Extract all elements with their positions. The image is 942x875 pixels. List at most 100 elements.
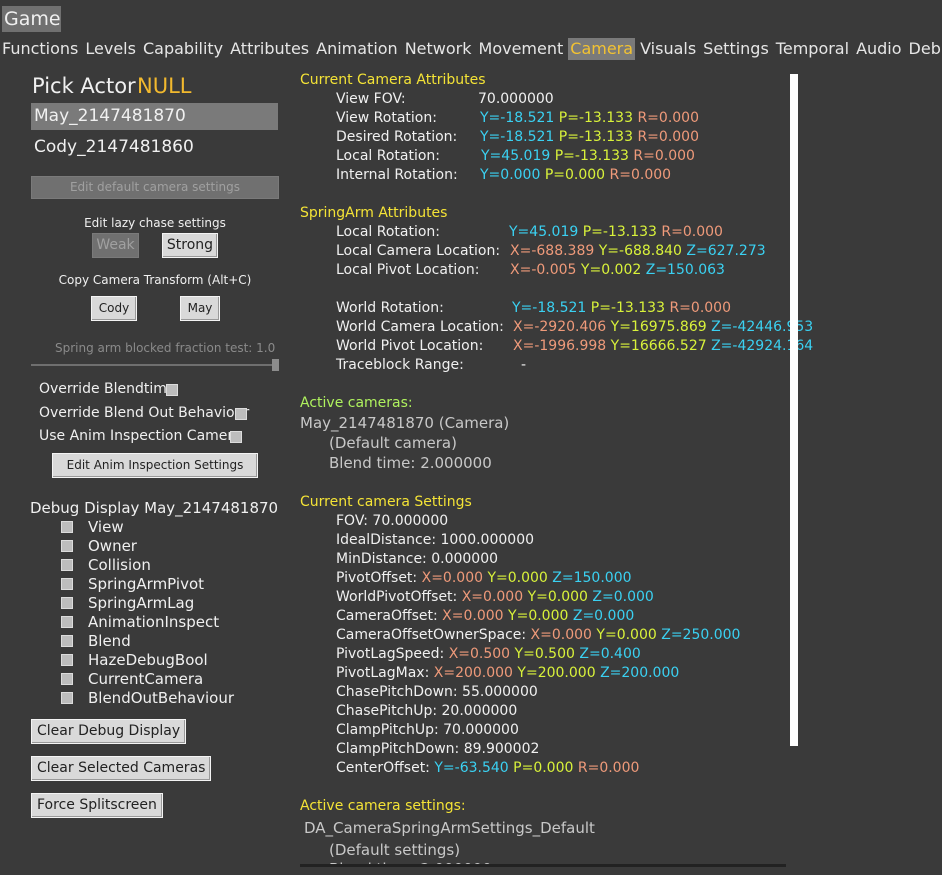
active-camera-blend: Blend time: 2.000000 <box>329 454 492 472</box>
menu-functions[interactable]: Functions <box>0 38 80 60</box>
camera-offset-setting: CameraOffset: X=0.000 Y=0.000 Z=0.000 <box>336 608 635 624</box>
use-anim-inspection-label: Use Anim Inspection Camera <box>39 428 242 444</box>
debug-collision-checkbox[interactable] <box>61 559 73 571</box>
active-camera-name: May_2147481870 (Camera) <box>300 414 510 432</box>
pivot-lag-speed-setting: PivotLagSpeed: X=0.500 Y=0.500 Z=0.400 <box>336 646 641 662</box>
spring-arm-slider-handle[interactable] <box>272 359 279 371</box>
debug-animationinspect-checkbox[interactable] <box>61 616 73 628</box>
debug-springarmpivot-label: SpringArmPivot <box>88 575 205 593</box>
edit-default-camera-button[interactable]: Edit default camera settings <box>31 176 279 199</box>
spring-world-rotation-label: World Rotation: <box>336 300 444 316</box>
spring-world-pivot-label: World Pivot Location: <box>336 338 484 354</box>
debug-springarmlag-checkbox[interactable] <box>61 597 73 609</box>
desired-rotation-value: Y=-18.521 P=-13.133 R=0.000 <box>480 129 699 145</box>
override-blend-out-checkbox[interactable] <box>235 408 247 420</box>
camera-settings-title: Current camera Settings <box>300 494 472 510</box>
lazy-chase-label: Edit lazy chase settings <box>84 216 226 230</box>
debug-currentcamera-label: CurrentCamera <box>88 670 204 688</box>
debug-blendoutbehaviour-label: BlendOutBehaviour <box>88 689 235 707</box>
menu-movement[interactable]: Movement <box>477 38 566 60</box>
force-splitscreen-button[interactable]: Force Splitscreen <box>31 793 163 818</box>
panel-bottom-edge <box>300 864 786 867</box>
spring-local-rotation-label: Local Rotation: <box>336 224 441 240</box>
clamp-pitch-down-setting: ClampPitchDown: 89.900002 <box>336 741 540 757</box>
ideal-distance-setting: IdealDistance: 1000.000000 <box>336 532 535 548</box>
menu-levels[interactable]: Levels <box>83 38 138 60</box>
menu-capability[interactable]: Capability <box>141 38 225 60</box>
copy-may-button[interactable]: May <box>180 296 220 321</box>
menu-debug[interactable]: Debug <box>907 38 942 60</box>
pivot-offset-setting: PivotOffset: X=0.000 Y=0.000 Z=150.000 <box>336 570 632 586</box>
strong-button[interactable]: Strong <box>162 233 218 258</box>
debug-animationinspect-label: AnimationInspect <box>88 613 220 631</box>
pick-actor-value: NULL <box>137 74 192 98</box>
weak-button[interactable]: Weak <box>92 233 139 258</box>
debug-blend-label: Blend <box>88 632 131 650</box>
active-camera-default: (Default camera) <box>329 434 457 452</box>
debug-blendoutbehaviour-checkbox[interactable] <box>61 692 73 704</box>
actor-may[interactable]: May_2147481870 <box>31 103 278 130</box>
spring-local-rotation-value: Y=45.019 P=-13.133 R=0.000 <box>509 224 723 240</box>
active-settings-name: DA_CameraSpringArmSettings_Default <box>304 819 595 837</box>
local-rotation-label: Local Rotation: <box>336 148 441 164</box>
menu-temporal[interactable]: Temporal <box>774 38 851 60</box>
override-blendtime-checkbox[interactable] <box>166 384 178 396</box>
debug-springarmpivot-checkbox[interactable] <box>61 578 73 590</box>
springarm-attributes-title: SpringArm Attributes <box>300 205 448 221</box>
spring-world-camera-label: World Camera Location: <box>336 319 504 335</box>
view-fov-label: View FOV: <box>336 91 406 107</box>
desired-rotation-label: Desired Rotation: <box>336 129 458 145</box>
active-cameras-title: Active cameras: <box>300 395 413 411</box>
chase-pitch-down-setting: ChasePitchDown: 55.000000 <box>336 684 538 700</box>
spring-world-rotation-value: Y=-18.521 P=-13.133 R=0.000 <box>512 300 731 316</box>
debug-owner-label: Owner <box>88 537 137 555</box>
debug-view-label: View <box>88 518 124 536</box>
copy-transform-label: Copy Camera Transform (Alt+C) <box>58 273 252 287</box>
debug-springarmlag-label: SpringArmLag <box>88 594 195 612</box>
internal-rotation-label: Internal Rotation: <box>336 167 458 183</box>
debug-collision-label: Collision <box>88 556 151 574</box>
spring-local-pivot-value: X=-0.005 Y=0.002 Z=150.063 <box>510 262 725 278</box>
actor-cody[interactable]: Cody_2147481860 <box>31 134 278 161</box>
clear-debug-display-button[interactable]: Clear Debug Display <box>31 719 187 744</box>
fov-setting: FOV: 70.000000 <box>336 513 449 529</box>
spring-local-pivot-label: Local Pivot Location: <box>336 262 480 278</box>
menu-network[interactable]: Network <box>403 38 474 60</box>
debug-owner-checkbox[interactable] <box>61 540 73 552</box>
vertical-scrollbar[interactable] <box>790 74 798 746</box>
debug-hazedebugbool-label: HazeDebugBool <box>88 651 208 669</box>
debug-view-checkbox[interactable] <box>61 521 73 533</box>
traceblock-range-value: - <box>521 357 527 373</box>
debug-hazedebugbool-checkbox[interactable] <box>61 654 73 666</box>
edit-anim-inspection-button[interactable]: Edit Anim Inspection Settings <box>52 453 258 478</box>
pivot-lag-max-setting: PivotLagMax: X=200.000 Y=200.000 Z=200.0… <box>336 665 680 681</box>
center-offset-setting: CenterOffset: Y=-63.540 P=0.000 R=0.000 <box>336 760 640 776</box>
menu-audio[interactable]: Audio <box>854 38 903 60</box>
internal-rotation-value: Y=0.000 P=0.000 R=0.000 <box>480 167 672 183</box>
clamp-pitch-up-setting: ClampPitchUp: 70.000000 <box>336 722 519 738</box>
use-anim-inspection-checkbox[interactable] <box>230 431 242 443</box>
spring-arm-slider-label: Spring arm blocked fraction test: 1.0 <box>55 341 276 355</box>
menu-settings[interactable]: Settings <box>701 38 771 60</box>
menu-visuals[interactable]: Visuals <box>638 38 698 60</box>
min-distance-setting: MinDistance: 0.000000 <box>336 551 499 567</box>
copy-cody-button[interactable]: Cody <box>91 296 137 321</box>
debug-blend-checkbox[interactable] <box>61 635 73 647</box>
spring-local-camera-value: X=-688.389 Y=-688.840 Z=627.273 <box>510 243 766 259</box>
debug-currentcamera-checkbox[interactable] <box>61 673 73 685</box>
view-rotation-value: Y=-18.521 P=-13.133 R=0.000 <box>480 110 699 126</box>
game-title: Game <box>2 6 61 32</box>
menu-camera[interactable]: Camera <box>568 38 636 60</box>
menu-attributes[interactable]: Attributes <box>228 38 311 60</box>
debug-display-label: Debug Display May_2147481870 <box>30 499 279 517</box>
camera-attributes-title: Current Camera Attributes <box>300 72 486 88</box>
world-pivot-offset-setting: WorldPivotOffset: X=0.000 Y=0.000 Z=0.00… <box>336 589 654 605</box>
spring-world-pivot-value: X=-1996.998 Y=16666.527 Z=-42924.164 <box>513 338 814 354</box>
override-blendtime-label: Override Blendtime <box>39 381 176 397</box>
view-fov-value: 70.000000 <box>478 91 554 107</box>
clear-selected-cameras-button[interactable]: Clear Selected Cameras <box>31 756 212 781</box>
spring-arm-slider-track[interactable] <box>31 364 277 366</box>
menu-animation[interactable]: Animation <box>314 38 400 60</box>
local-rotation-value: Y=45.019 P=-13.133 R=0.000 <box>481 148 695 164</box>
camera-offset-owner-setting: CameraOffsetOwnerSpace: X=0.000 Y=0.000 … <box>336 627 741 643</box>
